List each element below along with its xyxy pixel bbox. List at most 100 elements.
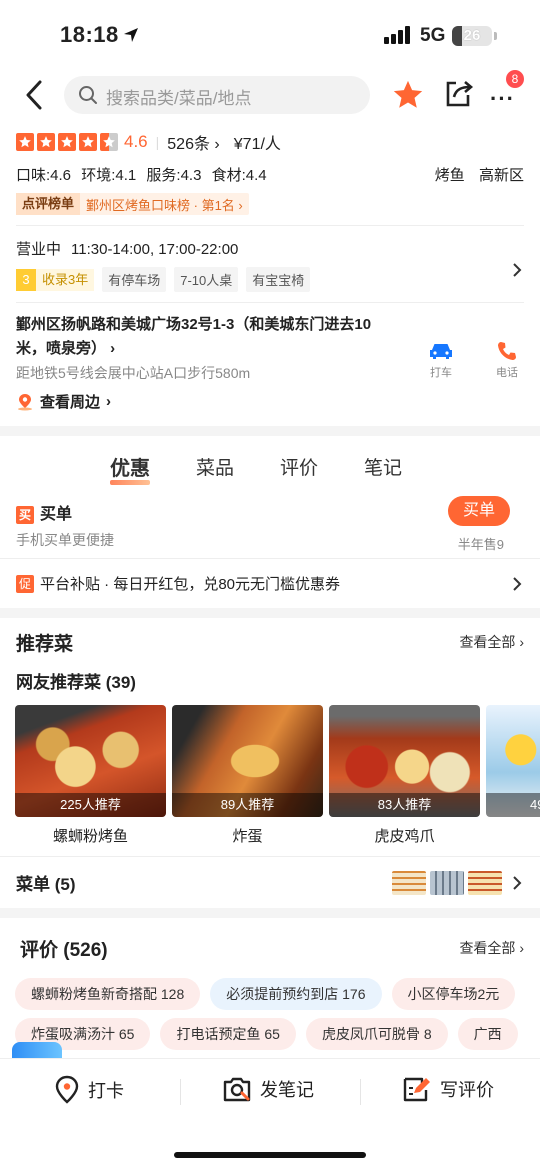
sold-count: 半年售9	[457, 537, 504, 552]
search-input[interactable]: 搜索品类/菜品/地点	[64, 76, 370, 114]
location-pin-icon	[55, 1075, 79, 1104]
star-icon	[37, 133, 55, 151]
dish-photo: 89人推荐	[172, 705, 323, 817]
dish-name: 虎皮鸡爪	[374, 828, 435, 845]
review-count-link[interactable]: 526条 ›	[167, 130, 219, 154]
comments-title: 评价 (526)	[20, 939, 108, 961]
promo-text: 平台补贴 · 每日开红包，兑80元无门槛优惠券	[40, 576, 341, 593]
battery-icon: 26	[452, 26, 492, 46]
location-pin-icon	[18, 393, 32, 410]
dish-photo: 225人推荐	[15, 705, 166, 817]
reviewer-avatar	[12, 1042, 62, 1058]
address-link[interactable]: 鄞州区扬帆路和美城广场32号1-3（和美城东门进去10米，喷泉旁） ›	[16, 313, 396, 361]
keyword-row-1: 螺蛳粉烤鱼新奇搭配 128 必须提前预约到店 176 小区停车场2元	[0, 978, 540, 1010]
dish-name: 螺蛳粉烤鱼	[52, 828, 128, 845]
tab-reviews[interactable]: 评价	[280, 453, 318, 480]
avg-price: ¥71/人	[233, 136, 281, 153]
dish-card[interactable]: 89人推荐 炸蛋	[172, 705, 323, 846]
tab-deals[interactable]: 优惠	[110, 452, 150, 485]
netizen-recommend-title: 网友推荐菜 (39)	[16, 673, 136, 692]
rank-text: 鄞州区烤鱼口味榜 · 第1名	[86, 197, 235, 213]
comments-more-link[interactable]: 查看全部 ›	[459, 938, 524, 958]
pay-bill-button[interactable]: 买单	[448, 496, 510, 526]
shop-category: 烤鱼	[434, 167, 465, 184]
more-icon[interactable]: ···	[490, 86, 515, 112]
chevron-right-icon	[513, 875, 522, 890]
back-icon[interactable]	[22, 78, 48, 112]
score-row: 口味:4.6 环境:4.1 服务:4.3 食材:4.4 烤鱼 高新区	[16, 164, 524, 185]
review-count: 526条	[167, 136, 210, 153]
battery-level: 26	[463, 27, 481, 44]
post-note-label: 发笔记	[260, 1080, 314, 1100]
star-icon	[79, 133, 97, 151]
promo-row[interactable]: 促 平台补贴 · 每日开红包，兑80元无门槛优惠券	[0, 558, 540, 608]
score-service: 服务:4.3	[146, 167, 202, 184]
dish-card[interactable]: 225人推荐 螺蛳粉烤鱼	[15, 705, 166, 846]
divider	[360, 1079, 361, 1105]
status-bar: 18:18 5G 26	[0, 0, 540, 70]
divider	[16, 225, 524, 226]
dish-recommend-count: 89人推荐	[172, 793, 323, 817]
phone-button[interactable]: 电话	[492, 341, 522, 380]
recommend-more-link[interactable]: 查看全部 ›	[459, 632, 524, 652]
rating-row: 4.6 | 526条 › ¥71/人	[16, 130, 524, 154]
write-review-button[interactable]: 写评价	[402, 1075, 494, 1103]
keyword-chip[interactable]: 广西	[457, 1018, 518, 1050]
battery-tip	[494, 32, 497, 40]
menu-thumbnail	[468, 870, 502, 895]
keyword-chip[interactable]: 小区停车场2元	[391, 978, 516, 1010]
rank-badge[interactable]: 点评榜单 鄞州区烤鱼口味榜 · 第1名 ›	[16, 193, 249, 215]
pay-bill-subtitle: 手机买单更便捷	[16, 532, 114, 548]
dish-photo: 49	[486, 705, 540, 817]
pay-bill-title: 买单	[40, 506, 73, 523]
rating-score: 4.6	[124, 132, 148, 151]
tab-dishes[interactable]: 菜品	[196, 453, 234, 480]
location-arrow-icon	[124, 28, 138, 42]
view-around-label: 查看周边	[40, 394, 101, 411]
menu-row[interactable]: 菜单 (5)	[0, 856, 540, 908]
checkin-button[interactable]: 打卡	[54, 1075, 124, 1105]
hours-block[interactable]: 营业中 11:30-14:00, 17:00-22:00 3 收录3年 有停车场 7…	[16, 238, 524, 292]
divider	[16, 302, 524, 303]
collect-badge: 3 收录3年	[16, 268, 95, 291]
share-icon[interactable]	[444, 77, 474, 109]
checkin-label: 打卡	[88, 1081, 124, 1101]
phone-icon	[498, 342, 516, 360]
keyword-chip[interactable]: 必须提前预约到店 176	[210, 978, 382, 1010]
keyword-chip[interactable]: 螺蛳粉烤鱼新奇搭配 128	[15, 978, 201, 1010]
dish-card[interactable]: 83人推荐 虎皮鸡爪	[329, 705, 480, 846]
keyword-chip[interactable]: 打电话预定鱼 65	[160, 1018, 296, 1050]
dish-name: 炸蛋	[232, 828, 263, 845]
edit-review-icon	[403, 1077, 430, 1102]
dish-photo: 83人推荐	[329, 705, 480, 817]
address-text: 鄞州区扬帆路和美城广场32号1-3（和美城东门进去10米，喷泉旁）	[16, 316, 372, 357]
dish-card[interactable]: 49	[486, 705, 540, 846]
search-icon	[79, 86, 97, 104]
star-rating	[16, 133, 118, 151]
nav-bar: 搜索品类/菜品/地点 ··· 8	[0, 70, 540, 124]
star-icon	[16, 133, 34, 151]
status-time: 18:18	[60, 22, 119, 47]
pay-bill-row: 买买单 手机买单更便捷 买单 半年售9	[0, 496, 540, 558]
business-hours: 营业中 11:30-14:00, 17:00-22:00	[16, 238, 524, 259]
rank-row: 点评榜单 鄞州区烤鱼口味榜 · 第1名 ›	[16, 193, 524, 215]
star-icon	[58, 133, 76, 151]
tab-notes[interactable]: 笔记	[364, 453, 402, 480]
keyword-chip[interactable]: 虎皮凤爪可脱骨 8	[305, 1018, 448, 1050]
dish-recommend-count: 225人推荐	[15, 793, 166, 817]
chevron-right-icon	[513, 263, 522, 277]
taxi-label: 打车	[430, 367, 452, 379]
address-block: 鄞州区扬帆路和美城广场32号1-3（和美城东门进去10米，喷泉旁） › 距地铁5…	[16, 313, 524, 412]
score-environment: 环境:4.1	[81, 167, 137, 184]
section-gap	[0, 608, 540, 618]
taxi-button[interactable]: 打车	[426, 341, 456, 380]
favorite-star-icon[interactable]	[391, 78, 425, 112]
recommend-more-label: 查看全部	[459, 634, 516, 650]
promo-icon: 促	[16, 574, 34, 593]
menu-thumbnail	[430, 870, 464, 895]
comments-more-label: 查看全部	[459, 940, 516, 956]
hours-text: 11:30-14:00, 17:00-22:00	[71, 241, 239, 258]
menu-thumbnails	[392, 870, 502, 895]
view-around-link[interactable]: 查看周边 ›	[16, 391, 524, 412]
post-note-button[interactable]: 发笔记	[222, 1075, 314, 1103]
